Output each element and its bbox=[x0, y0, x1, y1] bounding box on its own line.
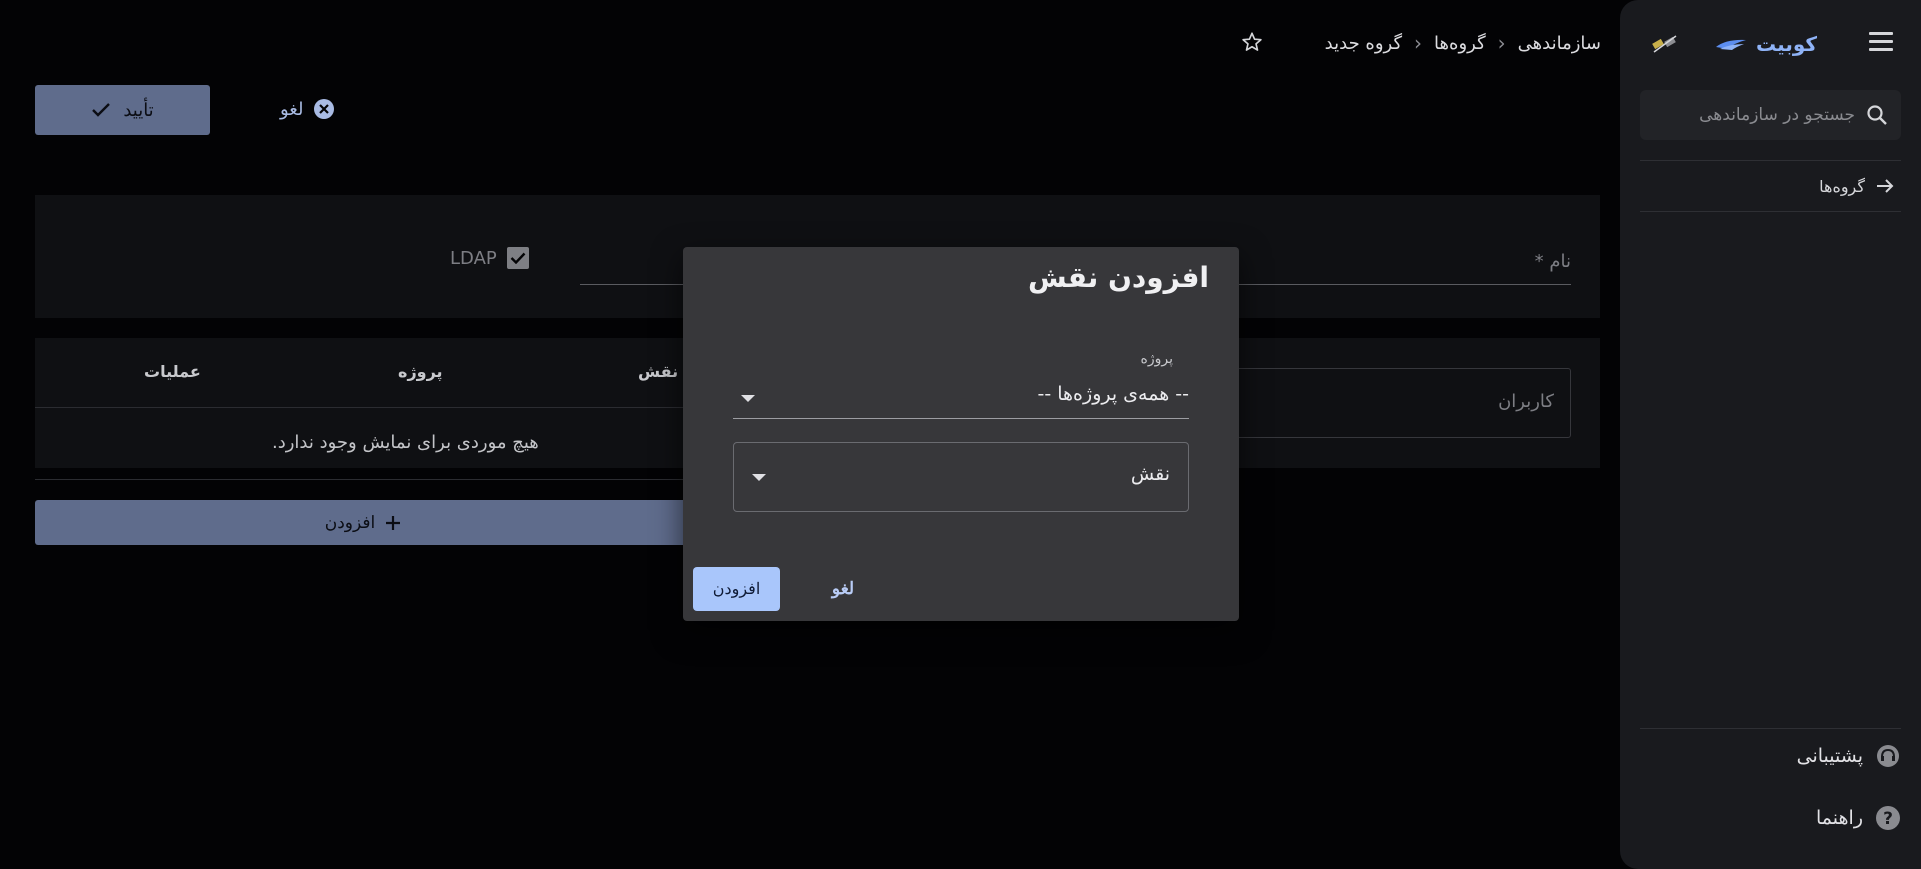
support-label: پشتیبانی bbox=[1796, 745, 1863, 767]
column-header-actions: عملیات bbox=[144, 362, 201, 381]
role-select[interactable]: نقش bbox=[733, 442, 1189, 512]
help-label: راهنما bbox=[1816, 807, 1863, 829]
divider bbox=[1640, 728, 1901, 729]
ldap-label: LDAP bbox=[450, 247, 497, 269]
check-icon bbox=[92, 103, 111, 117]
star-icon[interactable] bbox=[1241, 31, 1263, 53]
table-divider bbox=[35, 407, 685, 408]
close-circle-icon bbox=[314, 99, 335, 119]
dialog-title: افزودن نقش bbox=[1027, 261, 1209, 294]
plus-icon bbox=[386, 515, 401, 530]
confirm-label: تأیید bbox=[123, 99, 154, 120]
breadcrumb-current: گروه جدید bbox=[1324, 32, 1403, 54]
search-input[interactable] bbox=[1657, 90, 1857, 140]
chevron-left-icon: ‹ bbox=[1497, 31, 1506, 55]
tab-users-label: کاربران bbox=[1498, 391, 1554, 412]
add-role-dialog: افزودن نقش پروژه -- همه‌ی پروژه‌ها -- نق… bbox=[683, 247, 1239, 621]
sidebar-item-groups[interactable]: گروه‌ها bbox=[1819, 172, 1895, 200]
add-role-button[interactable]: افزودن bbox=[35, 500, 725, 545]
sidebar: کوبیت گروه‌ها پشتیبانی bbox=[1620, 0, 1921, 869]
divider bbox=[1640, 211, 1901, 212]
menu-icon[interactable] bbox=[1869, 32, 1893, 54]
satellite-icon bbox=[1652, 35, 1677, 53]
role-select-placeholder: نقش bbox=[1130, 463, 1170, 485]
project-select[interactable]: -- همه‌ی پروژه‌ها -- bbox=[733, 377, 1189, 419]
table-divider bbox=[35, 479, 685, 480]
breadcrumb: سازماندهی ‹ گروه‌ها ‹ گروه جدید bbox=[1325, 28, 1601, 58]
name-label: نام * bbox=[1534, 251, 1571, 272]
cancel-button[interactable]: لغو bbox=[280, 96, 335, 122]
breadcrumb-groups[interactable]: گروه‌ها bbox=[1434, 33, 1486, 54]
chevron-down-icon bbox=[741, 395, 755, 402]
arrow-right-icon bbox=[1877, 179, 1894, 193]
wave-logo-icon bbox=[1715, 39, 1746, 50]
sidebar-item-label: گروه‌ها bbox=[1819, 176, 1865, 196]
chevron-left-icon: ‹ bbox=[1414, 31, 1423, 55]
breadcrumb-root[interactable]: سازماندهی bbox=[1518, 33, 1601, 54]
ldap-checkbox[interactable]: LDAP bbox=[450, 247, 529, 269]
column-header-role: نقش bbox=[638, 362, 679, 381]
add-role-label: افزودن bbox=[324, 512, 376, 532]
divider bbox=[1640, 160, 1901, 161]
help-link[interactable]: ? راهنما bbox=[1816, 805, 1901, 831]
confirm-button[interactable]: تأیید bbox=[35, 85, 210, 135]
checkbox-checked-icon[interactable] bbox=[506, 247, 529, 269]
cancel-label: لغو bbox=[280, 98, 304, 120]
dialog-cancel-button[interactable]: لغو bbox=[813, 567, 873, 611]
tab-users[interactable]: کاربران bbox=[1205, 368, 1571, 438]
project-label: پروژه bbox=[1140, 351, 1173, 367]
headset-icon bbox=[1877, 745, 1899, 767]
help-icon: ? bbox=[1876, 806, 1900, 830]
dialog-add-button[interactable]: افزودن bbox=[693, 567, 780, 611]
brand-logo[interactable]: کوبیت bbox=[1714, 28, 1817, 60]
project-select-value: -- همه‌ی پروژه‌ها -- bbox=[1037, 383, 1190, 405]
brand-name: کوبیت bbox=[1755, 32, 1817, 56]
column-header-project: پروژه bbox=[398, 362, 443, 381]
svg-text:?: ? bbox=[1883, 809, 1893, 829]
support-link[interactable]: پشتیبانی bbox=[1797, 743, 1901, 769]
empty-table-message: هیچ موردی برای نمایش وجود ندارد. bbox=[272, 432, 539, 453]
search-box[interactable] bbox=[1640, 90, 1901, 140]
chevron-down-icon bbox=[752, 474, 766, 481]
search-icon[interactable] bbox=[1865, 103, 1889, 127]
